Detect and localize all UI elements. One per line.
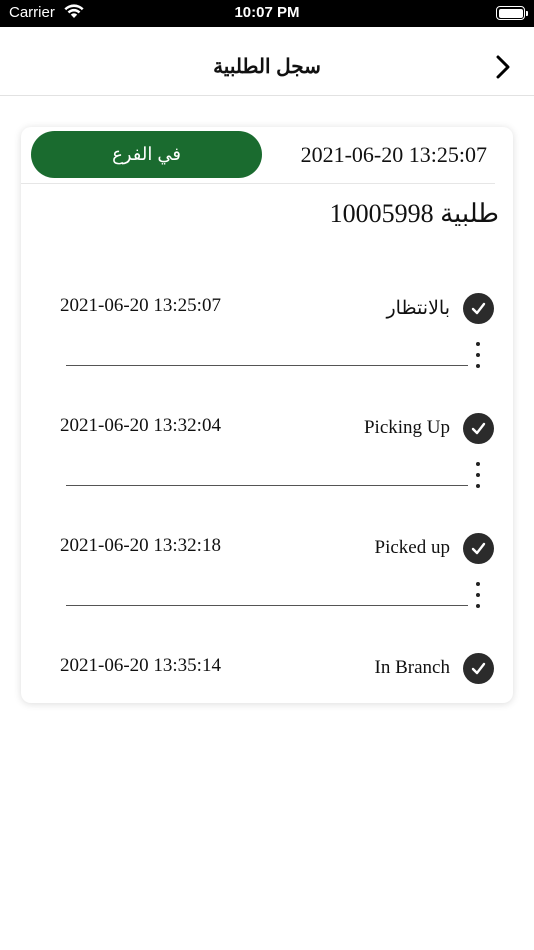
step-time: 2021-06-20 13:25:07 bbox=[60, 295, 221, 316]
history-step: In Branch 2021-06-20 13:35:14 bbox=[21, 653, 513, 693]
check-circle-icon bbox=[463, 533, 494, 564]
history-step: Picking Up 2021-06-20 13:32:04 bbox=[21, 413, 513, 453]
step-divider bbox=[66, 485, 468, 486]
navigation-bar: سجل الطلبية bbox=[0, 27, 534, 96]
step-label: بالانتظار bbox=[386, 298, 451, 319]
history-step: بالانتظار 2021-06-20 13:25:07 bbox=[21, 293, 513, 333]
order-datetime: 2021-06-20 13:25:07 bbox=[300, 142, 487, 167]
step-label: In Branch bbox=[374, 657, 450, 678]
dotted-connector bbox=[476, 462, 481, 496]
check-circle-icon bbox=[463, 293, 494, 324]
step-divider bbox=[66, 605, 468, 606]
order-number: طلبية 10005998 bbox=[329, 199, 499, 228]
check-circle-icon bbox=[463, 413, 494, 444]
dotted-connector bbox=[476, 342, 481, 376]
status-badge[interactable]: في الفرع bbox=[31, 131, 262, 178]
dotted-connector bbox=[476, 582, 481, 616]
step-label: Picking Up bbox=[363, 417, 450, 438]
history-step: Picked up 2021-06-20 13:32:18 bbox=[21, 533, 513, 573]
chevron-right-icon[interactable] bbox=[492, 54, 516, 80]
step-time: 2021-06-20 13:32:18 bbox=[60, 535, 221, 556]
clock: 10:07 PM bbox=[234, 4, 300, 21]
step-time: 2021-06-20 13:35:14 bbox=[60, 655, 221, 676]
order-history-card: في الفرع 2021-06-20 13:25:07 طلبية 10005… bbox=[21, 127, 513, 703]
battery-icon bbox=[496, 6, 528, 20]
divider bbox=[21, 183, 495, 184]
step-label: Picked up bbox=[374, 537, 450, 558]
step-divider bbox=[66, 365, 468, 366]
step-time: 2021-06-20 13:32:04 bbox=[60, 415, 221, 436]
page-title: سجل الطلبية bbox=[213, 56, 321, 78]
check-circle-icon bbox=[463, 653, 494, 684]
status-bar: Carrier 10:07 PM bbox=[0, 0, 534, 27]
